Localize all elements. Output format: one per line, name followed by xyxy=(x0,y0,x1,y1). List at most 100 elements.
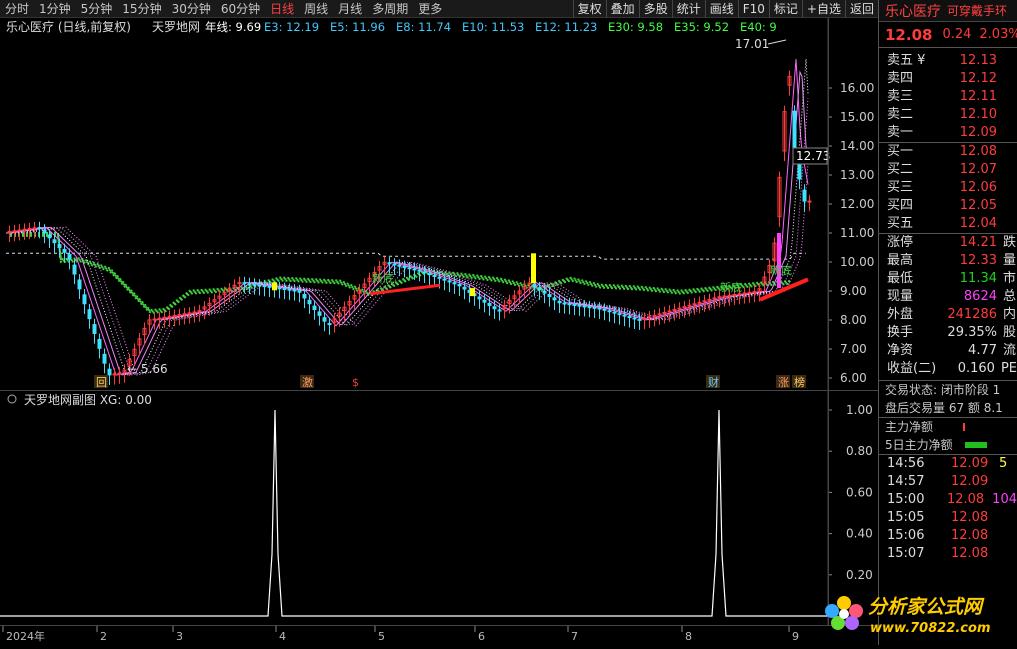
stat-row-4-value: 241286 xyxy=(947,307,997,322)
timeframe-tab-9[interactable]: 多周期 xyxy=(367,0,413,18)
tick-volume: 5 xyxy=(999,456,1008,471)
stat-row-1-value: 12.33 xyxy=(959,253,997,268)
candle-body xyxy=(447,280,452,283)
tick-price: 12.08 xyxy=(951,528,989,543)
timeframe-tab-5[interactable]: 60分钟 xyxy=(216,0,265,18)
tick-row: 15:06 12.08 xyxy=(879,527,1017,545)
candle-body xyxy=(307,299,312,305)
timeframe-tab-10[interactable]: 更多 xyxy=(413,0,447,18)
candle-body xyxy=(317,311,322,316)
candle-body xyxy=(452,282,457,285)
toolbar-button-2[interactable]: 多股 xyxy=(638,0,672,18)
main-chart[interactable]: 16.00 15.00 14.00 13.00 12.00 11.00 10.00 9.00 8… xyxy=(0,18,878,390)
stat-row-6-extra: 流 xyxy=(1003,343,1017,358)
time-label: 2 xyxy=(100,630,107,643)
y-tick-label: 13.00 xyxy=(840,168,874,182)
candle-body xyxy=(477,296,482,300)
indicator-value-4: E10: 11.53 xyxy=(462,20,524,34)
candle-body xyxy=(77,279,82,290)
stats-table: 涨停 14.21 跌最高 12.33 量最低 11.34 市现量 8624 总外盘 241286 内… xyxy=(879,234,1017,378)
toolbar-button-0[interactable]: 复权 xyxy=(572,0,606,18)
stat-row-3-extra: 总 xyxy=(1003,289,1017,304)
stat-row-6: 净资 4.77 流 xyxy=(879,342,1017,360)
ask-row-0-value: 12.13 xyxy=(959,53,997,68)
bottom-signal-label: 新底 xyxy=(372,271,394,285)
candle-body xyxy=(82,294,87,305)
ema-short-line-2 xyxy=(6,58,809,376)
stat-row-7-extra: PE xyxy=(1000,361,1017,376)
sub-chart[interactable]: 天罗地网副图 XG: 0.00 1.00 0.80 0.60 0.40 0.20 xyxy=(0,390,878,626)
timeframe-tab-1[interactable]: 1分钟 xyxy=(34,0,76,18)
y-tick-label: 9.00 xyxy=(840,284,867,298)
ask-book: 卖五 ¥ 12.13 卖四 12.12 卖三 12.11 卖二 12.10 卖一 12.09 xyxy=(879,48,1017,142)
low-price-label: ← 5.66 xyxy=(127,362,168,376)
indicator-value-2: E5: 11.96 xyxy=(330,20,385,34)
toolbar-button-1[interactable]: 叠加 xyxy=(605,0,639,18)
support-band xyxy=(759,277,809,302)
candle-body xyxy=(442,278,447,281)
indicator-value-3: E8: 11.74 xyxy=(396,20,451,34)
y-tick-label: 15.00 xyxy=(840,110,874,124)
indicator-value-5: E12: 11.23 xyxy=(535,20,597,34)
bid-row-4-label: 买五 xyxy=(887,216,914,231)
bid-row-2-value: 12.06 xyxy=(959,180,997,195)
event-marker: 财 xyxy=(708,375,719,389)
five-day-flow-label: 5日主力净额 xyxy=(885,438,953,452)
trade-status: 交易状态: 闭市阶段 1 xyxy=(885,383,1001,397)
candle-body xyxy=(72,264,77,275)
time-label: 7 xyxy=(571,630,578,643)
timeframe-tab-2[interactable]: 5分钟 xyxy=(76,0,118,18)
stat-row-3: 现量 8624 总 xyxy=(879,288,1017,306)
candle-body xyxy=(662,311,667,314)
candle-body xyxy=(667,310,672,313)
candle-body xyxy=(532,283,537,287)
stat-row-7-value: 0.160 xyxy=(957,361,995,376)
candle-body xyxy=(632,317,637,320)
price-change: 0.24 xyxy=(942,27,972,42)
candle-body xyxy=(412,268,417,271)
toolbar-button-8[interactable]: 返回 xyxy=(844,0,878,18)
candle-body xyxy=(57,244,62,249)
stat-row-5-label: 换手 xyxy=(887,325,914,340)
candle-body xyxy=(802,189,807,202)
ema-short-line-3 xyxy=(6,98,809,376)
toolbar-button-3[interactable]: 统计 xyxy=(671,0,705,18)
candle-body xyxy=(552,297,557,301)
timeframe-tab-6[interactable]: 日线 xyxy=(265,0,299,18)
candle-body xyxy=(402,265,407,268)
candle-body xyxy=(397,264,402,267)
toolbar-button-6[interactable]: 标记 xyxy=(768,0,802,18)
stat-row-0-extra: 跌 xyxy=(1003,235,1017,250)
collapse-icon xyxy=(7,394,17,404)
tick-row: 15:07 12.08 xyxy=(879,545,1017,563)
timeframe-tab-4[interactable]: 30分钟 xyxy=(167,0,216,18)
time-label: 9 xyxy=(792,630,799,643)
toolbar-button-4[interactable]: 画线 xyxy=(704,0,738,18)
five-day-flow-bar xyxy=(964,442,987,448)
sub-title: 天罗地网副图 XG: 0.00 xyxy=(24,393,152,407)
concept-tag[interactable]: 可穿戴手环 xyxy=(947,2,1007,19)
timeframe-tab-7[interactable]: 周线 xyxy=(299,0,333,18)
candle-body xyxy=(567,303,572,306)
candle-body xyxy=(622,314,627,317)
timeframe-tab-8[interactable]: 月线 xyxy=(333,0,367,18)
timeframe-tab-3[interactable]: 15分钟 xyxy=(117,0,166,18)
candle-body xyxy=(602,308,607,311)
candle-body xyxy=(67,253,72,260)
candle-body xyxy=(287,288,292,291)
tick-row: 14:57 12.09 xyxy=(879,473,1017,491)
signal-bar xyxy=(531,253,536,284)
timeframe-tab-0[interactable]: 分时 xyxy=(0,0,34,18)
tick-row: 15:05 12.08 xyxy=(879,509,1017,527)
ask-row-2-label: 卖三 xyxy=(887,89,914,104)
candle-body xyxy=(297,290,302,293)
candle-body xyxy=(537,287,542,291)
stat-row-6-value: 4.77 xyxy=(968,343,997,358)
stat-row-7-label: 收益(二) xyxy=(887,361,937,376)
event-marker: 榜 xyxy=(794,375,805,389)
toolbar-button-5[interactable]: F10 xyxy=(737,0,769,18)
candle-body xyxy=(177,314,182,317)
candle-body xyxy=(262,285,267,288)
candle-body xyxy=(322,317,327,322)
toolbar-button-7[interactable]: +自选 xyxy=(801,0,845,18)
